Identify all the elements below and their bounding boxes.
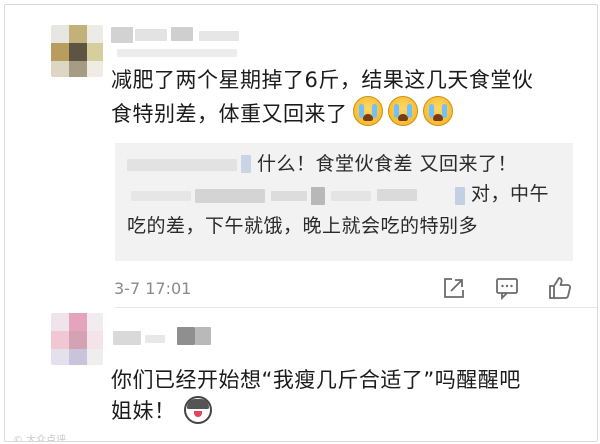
reply-line-1: 什么！食堂伙食差 又回来了！: [257, 153, 518, 175]
share-icon[interactable]: [441, 275, 467, 301]
blur-fragment: [311, 187, 325, 205]
avatar[interactable]: [51, 25, 103, 77]
divider: [115, 307, 597, 308]
crying-face-icon: [352, 96, 383, 126]
blur-fragment: [131, 191, 191, 201]
blur-fragment: [377, 189, 417, 201]
comment-line-1: 你们已经开始想“我瘦几斤合适了”吗醒醒吧: [111, 368, 521, 392]
blur-fragment: [331, 191, 371, 201]
crying-face-icon: [387, 96, 418, 126]
comment-line-2: 姐妹！: [111, 396, 521, 427]
crying-face-icon: [422, 96, 453, 126]
comment-card: 减肥了两个星期掉了6斤，结果这几天食堂伙 食特别差，体重又回来了 什么！食堂伙食…: [4, 4, 598, 442]
comment-text: 减肥了两个星期掉了6斤，结果这几天食堂伙 食特别差，体重又回来了: [111, 65, 533, 130]
reply-line-2: 对，中午: [471, 183, 550, 205]
comment-line-1: 减肥了两个星期掉了6斤，结果这几天食堂伙: [111, 68, 534, 92]
comment-text: 你们已经开始想“我瘦几斤合适了”吗醒醒吧 姐妹！: [111, 365, 521, 427]
like-icon[interactable]: [547, 275, 573, 301]
blur-fragment: [241, 155, 251, 173]
comment-line-2-text: 姐妹！: [111, 399, 176, 423]
blur-fragment: [195, 189, 265, 203]
timestamp: 3-7 17:01: [114, 279, 192, 298]
reply-box[interactable]: 什么！食堂伙食差 又回来了！ 对，中午 吃的差，下午就饿，晚上就会吃的特别多: [115, 143, 573, 261]
reply-line-3: 吃的差，下午就饿，晚上就会吃的特别多: [127, 215, 479, 237]
blur-fragment: [455, 187, 465, 205]
avatar[interactable]: [51, 313, 103, 365]
comment-icon[interactable]: [494, 275, 520, 301]
comment-line-2: 食特别差，体重又回来了: [111, 96, 533, 130]
husky-face-icon: [183, 396, 212, 424]
comment-line-2-text: 食特别差，体重又回来了: [111, 102, 348, 126]
blur-fragment: [271, 191, 307, 201]
watermark: © 大众点评: [13, 435, 67, 442]
reply-username-blurred: [127, 159, 237, 171]
